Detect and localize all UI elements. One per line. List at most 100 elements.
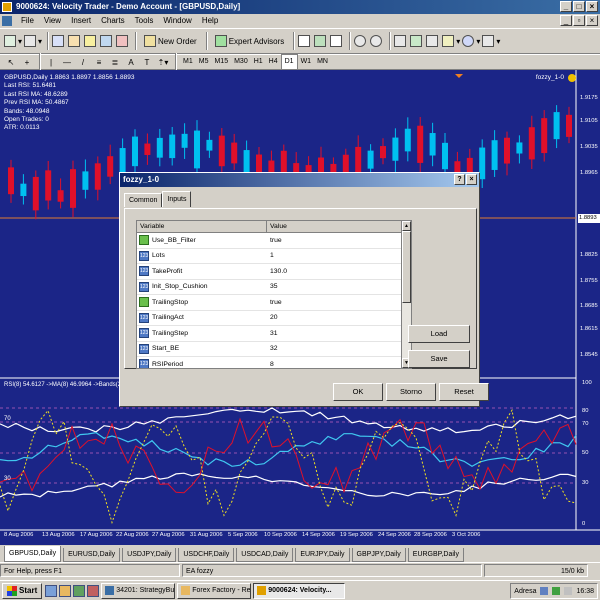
table-row[interactable]: 123 Start_BE 32 bbox=[137, 342, 411, 357]
zoom-out-icon[interactable] bbox=[370, 32, 384, 50]
start-button[interactable]: Start bbox=[2, 582, 43, 599]
profiles-icon[interactable]: ▾ bbox=[24, 32, 42, 50]
table-row[interactable]: 123 TrailingStep 31 bbox=[137, 326, 411, 342]
terminal-icon[interactable] bbox=[100, 32, 114, 50]
tab-gbpjpy[interactable]: GBPJPY,Daily bbox=[351, 548, 406, 562]
tab-eurjpy[interactable]: EURJPY,Daily bbox=[295, 548, 350, 562]
ok-button[interactable]: OK bbox=[333, 383, 383, 401]
autoscroll-icon[interactable] bbox=[410, 32, 424, 50]
chart-window-icon[interactable] bbox=[2, 16, 12, 26]
chart-shift-icon[interactable] bbox=[426, 32, 440, 50]
reset-button[interactable]: Reset bbox=[439, 383, 489, 401]
strategy-tester-icon[interactable] bbox=[116, 32, 130, 50]
market-watch-icon[interactable] bbox=[52, 32, 66, 50]
tile-windows-icon[interactable] bbox=[394, 32, 408, 50]
text-icon[interactable]: A bbox=[124, 53, 138, 71]
timeframe-h1[interactable]: H1 bbox=[251, 55, 266, 69]
tab-usdchf[interactable]: USDCHF,Daily bbox=[178, 548, 235, 562]
help-button[interactable]: ? bbox=[454, 174, 465, 185]
tray-icon[interactable] bbox=[552, 587, 561, 595]
quicklaunch-icon[interactable] bbox=[73, 584, 86, 597]
value-cell[interactable]: 20 bbox=[267, 314, 278, 321]
maximize-button[interactable]: □ bbox=[573, 1, 585, 12]
table-row[interactable]: TrailingStop true bbox=[137, 295, 411, 311]
bar-chart-icon[interactable] bbox=[298, 32, 312, 50]
trendline-icon[interactable]: / bbox=[76, 53, 90, 71]
navigator-icon[interactable] bbox=[84, 32, 98, 50]
menu-window[interactable]: Window bbox=[158, 14, 196, 28]
vertical-line-icon[interactable]: | bbox=[44, 53, 58, 71]
value-cell[interactable]: 32 bbox=[267, 345, 278, 352]
scroll-up-icon[interactable]: ▲ bbox=[402, 221, 411, 231]
new-order-button[interactable]: New Order bbox=[140, 32, 201, 50]
arrows-icon[interactable]: ⇡▾ bbox=[156, 53, 170, 71]
value-cell[interactable]: true bbox=[267, 299, 282, 306]
table-row[interactable]: 123 TakeProfit 130.0 bbox=[137, 264, 411, 280]
tab-usdjpy[interactable]: USDJPY,Daily bbox=[122, 548, 177, 562]
table-row[interactable]: Use_BB_Filter true bbox=[137, 233, 411, 249]
timeframe-mn[interactable]: MN bbox=[314, 55, 331, 69]
close-button[interactable]: × bbox=[586, 1, 598, 12]
value-cell[interactable]: 1 bbox=[267, 252, 274, 259]
quicklaunch-icon[interactable] bbox=[45, 584, 58, 597]
templates-icon[interactable]: ▾ bbox=[482, 32, 500, 50]
load-button[interactable]: Load bbox=[408, 325, 470, 343]
new-chart-icon[interactable]: ▾ bbox=[4, 32, 22, 50]
table-row[interactable]: 123 TrailingAct 20 bbox=[137, 311, 411, 326]
timeframe-h4[interactable]: H4 bbox=[266, 55, 281, 69]
dialog-close-button[interactable]: × bbox=[466, 174, 477, 185]
tab-usdcad[interactable]: USDCAD,Daily bbox=[236, 548, 294, 562]
candlestick-chart-icon[interactable] bbox=[314, 32, 328, 50]
taskbar-item[interactable]: 34201: StrategyBuilder... bbox=[101, 582, 176, 599]
value-cell[interactable]: 35 bbox=[267, 283, 278, 290]
table-row[interactable]: 123 Init_Stop_Cushion 35 bbox=[137, 280, 411, 295]
menu-insert[interactable]: Insert bbox=[66, 14, 96, 28]
menu-file[interactable]: File bbox=[16, 14, 39, 28]
indicators-icon[interactable]: ▾ bbox=[442, 32, 460, 50]
tab-inputs[interactable]: Inputs bbox=[162, 191, 192, 207]
zoom-in-icon[interactable] bbox=[354, 32, 368, 50]
chart-close-button[interactable]: × bbox=[586, 15, 598, 26]
quicklaunch-icon[interactable] bbox=[59, 584, 72, 597]
quicklaunch-icon[interactable] bbox=[87, 584, 100, 597]
tab-eurgbp[interactable]: EURGBP,Daily bbox=[407, 548, 464, 562]
menu-tools[interactable]: Tools bbox=[130, 14, 159, 28]
horizontal-line-icon[interactable]: — bbox=[60, 53, 74, 71]
chart-restore-button[interactable]: ▫ bbox=[573, 15, 585, 26]
label-icon[interactable]: T bbox=[140, 53, 154, 71]
column-header-variable[interactable]: Variable bbox=[137, 221, 267, 232]
expert-advisors-button[interactable]: Expert Advisors bbox=[211, 32, 289, 50]
timeframe-m30[interactable]: M30 bbox=[231, 55, 251, 69]
fibonacci-icon[interactable]: ≣ bbox=[108, 53, 122, 71]
line-chart-icon[interactable] bbox=[330, 32, 344, 50]
scroll-thumb[interactable] bbox=[402, 231, 411, 303]
tray-icon[interactable] bbox=[564, 587, 573, 595]
timeframe-m15[interactable]: M15 bbox=[211, 55, 231, 69]
address-label[interactable]: Adresa bbox=[514, 588, 536, 595]
value-cell[interactable]: 31 bbox=[267, 330, 278, 337]
menu-view[interactable]: View bbox=[39, 14, 66, 28]
table-row[interactable]: 123 RSIPeriod 8 bbox=[137, 357, 411, 368]
tab-eurusd[interactable]: EURUSD,Daily bbox=[63, 548, 121, 562]
table-scrollbar[interactable]: ▲ ▼ bbox=[401, 221, 411, 368]
taskbar-item[interactable]: Forex Factory - Reply t... bbox=[177, 582, 252, 599]
timeframe-m1[interactable]: M1 bbox=[180, 55, 196, 69]
value-cell[interactable]: true bbox=[267, 237, 282, 244]
taskbar-item-active[interactable]: 9000624: Velocity... bbox=[253, 582, 346, 599]
value-cell[interactable]: 130.0 bbox=[267, 268, 287, 275]
minimize-button[interactable]: _ bbox=[560, 1, 572, 12]
periods-icon[interactable]: ▾ bbox=[462, 32, 480, 50]
timeframe-m5[interactable]: M5 bbox=[196, 55, 212, 69]
menu-help[interactable]: Help bbox=[197, 14, 223, 28]
timeframe-w1[interactable]: W1 bbox=[298, 55, 315, 69]
tab-gbpusd[interactable]: GBPUSD,Daily bbox=[4, 546, 62, 562]
cancel-button[interactable]: Storno bbox=[386, 383, 436, 401]
channel-icon[interactable]: ≡ bbox=[92, 53, 106, 71]
value-cell[interactable]: 8 bbox=[267, 361, 274, 368]
table-row[interactable]: 123 Lots 1 bbox=[137, 249, 411, 264]
tab-common[interactable]: Common bbox=[124, 193, 163, 207]
column-header-value[interactable]: Value bbox=[267, 221, 403, 232]
save-button[interactable]: Save bbox=[408, 350, 470, 368]
crosshair-icon[interactable]: + bbox=[20, 53, 34, 71]
data-window-icon[interactable] bbox=[68, 32, 82, 50]
